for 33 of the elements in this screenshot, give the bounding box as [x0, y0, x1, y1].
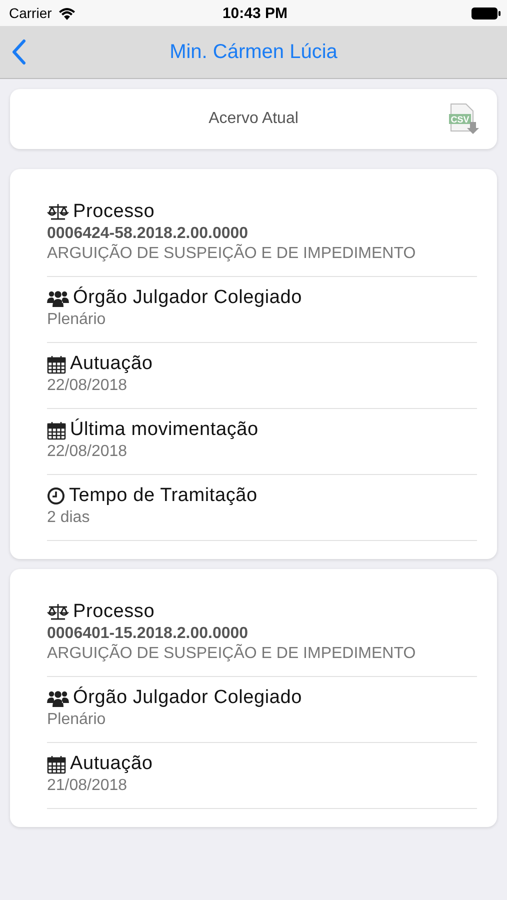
field-value: 21/08/2018 [47, 777, 128, 795]
clock-icon [47, 487, 65, 505]
carrier-label: Carrier [9, 5, 52, 21]
field-label: Autuação [70, 353, 153, 375]
wifi-icon [58, 6, 76, 20]
field-label: Órgão Julgador Colegiado [73, 287, 302, 309]
scales-icon [47, 203, 69, 221]
field-value: ARGUIÇÃO DE SUSPEIÇÃO E DE IMPEDIMENTO [47, 245, 417, 263]
status-time: 10:43 PM [222, 4, 288, 22]
battery-icon [470, 6, 501, 20]
field-label: Tempo de Tramitação [69, 485, 258, 507]
process-number: 0006424-58.2018.2.00.0000 [47, 225, 250, 243]
field-label: Autuação [70, 753, 153, 775]
users-icon [47, 690, 69, 706]
field-label: Processo [73, 601, 155, 623]
process-number: 0006401-15.2018.2.00.0000 [47, 625, 250, 643]
field-label: Órgão Julgador Colegiado [73, 687, 302, 709]
field-label: Processo [73, 201, 155, 223]
field-value: 22/08/2018 [47, 377, 128, 395]
users-icon [47, 290, 69, 306]
field-value: Plenário [47, 311, 107, 329]
calendar-icon [47, 754, 66, 774]
field-value: Plenário [47, 711, 107, 729]
header-title: Acervo Atual [208, 110, 298, 128]
field-label: Última movimentação [70, 419, 258, 441]
back-icon[interactable] [12, 39, 26, 65]
field-value: 22/08/2018 [47, 443, 128, 461]
calendar-icon [47, 420, 66, 440]
nav-title: Min. Cármen Lúcia [170, 40, 338, 64]
scales-icon [47, 603, 69, 621]
field-value: ARGUIÇÃO DE SUSPEIÇÃO E DE IMPEDIMENTO [47, 645, 417, 663]
calendar-icon [47, 354, 66, 374]
field-value: 2 dias [47, 509, 91, 527]
